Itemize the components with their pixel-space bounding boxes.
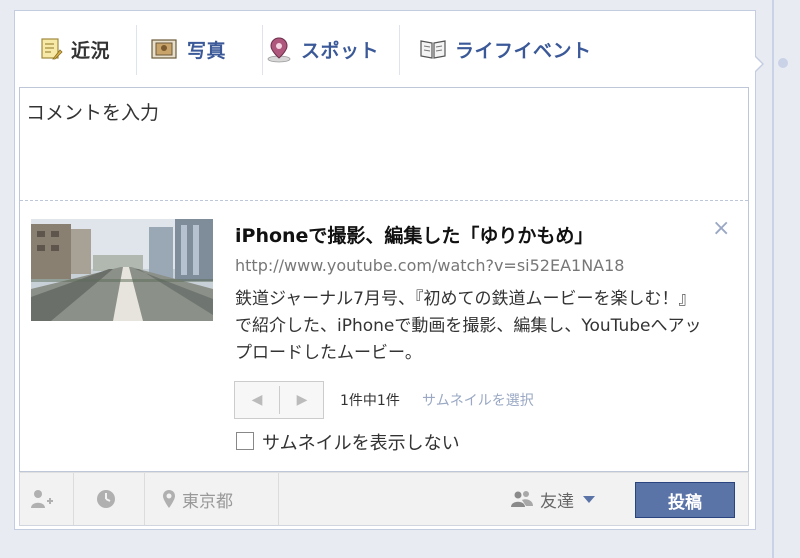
- chevron-down-icon: [583, 496, 595, 503]
- place-pin-icon: [267, 37, 291, 63]
- add-date-button[interactable]: [78, 473, 134, 525]
- next-thumbnail-button[interactable]: ▶: [280, 382, 324, 418]
- audience-selector[interactable]: 友達: [510, 473, 596, 525]
- composer-tabs: 近況 写真 スポット ライフイベント: [15, 11, 755, 87]
- post-button[interactable]: 投稿: [635, 482, 735, 518]
- link-thumbnail[interactable]: [31, 219, 213, 321]
- thumbnail-count: 1件中1件: [340, 393, 400, 409]
- prev-thumbnail-button[interactable]: ◀: [235, 382, 279, 418]
- tab-photo-label: 写真: [187, 39, 227, 62]
- arrow-right-icon: ▶: [296, 392, 308, 408]
- status-composer: 近況 写真 スポット ライフイベント コメントを入力 × iPhoneで撮影、編…: [14, 10, 756, 530]
- clock-icon: [97, 490, 115, 508]
- add-person-icon: [31, 490, 53, 508]
- footer-divider: [278, 473, 279, 525]
- link-description[interactable]: 鉄道ジャーナル7月号、『初めての鉄道ムービーを楽しむ！』で紹介した、iPhone…: [235, 286, 705, 367]
- tab-life-event-label: ライフイベント: [455, 39, 592, 62]
- footer-divider: [144, 473, 145, 525]
- arrow-left-icon: ◀: [251, 392, 263, 408]
- composer-pointer-inner: [754, 56, 762, 72]
- location-pin-icon: [163, 490, 175, 508]
- footer-divider: [73, 473, 74, 525]
- timeline-dot: [778, 58, 788, 68]
- link-title[interactable]: iPhoneで撮影、編集した「ゆりかもめ」: [235, 221, 593, 248]
- comment-input[interactable]: コメントを入力 × iPhoneで撮影、編集した「ゆりかもめ」 http://w…: [19, 87, 749, 472]
- tab-photo[interactable]: 写真: [151, 11, 226, 87]
- location-button[interactable]: 東京都: [154, 473, 272, 525]
- photo-icon: [151, 39, 177, 59]
- tab-place-label: スポット: [301, 39, 380, 62]
- tab-divider: [262, 25, 263, 75]
- location-text: 東京都: [182, 491, 233, 512]
- choose-thumbnail-label: サムネイルを選択: [422, 393, 534, 409]
- tab-place[interactable]: スポット: [265, 11, 379, 87]
- tab-divider: [136, 25, 137, 75]
- composer-footer: 東京都 友達 投稿: [19, 472, 749, 526]
- audience-label: 友達: [540, 491, 574, 512]
- tag-friends-button[interactable]: [20, 473, 64, 525]
- tab-life-event[interactable]: ライフイベント: [419, 11, 592, 87]
- thumbnail-pager: ◀ ▶: [234, 381, 324, 419]
- remove-preview-button[interactable]: ×: [712, 216, 730, 241]
- link-url: http://www.youtube.com/watch?v=si52EA1NA…: [235, 256, 625, 275]
- status-icon: [41, 38, 63, 60]
- tab-status[interactable]: 近況: [39, 11, 110, 87]
- no-thumbnail-label[interactable]: サムネイルを表示しない: [262, 429, 460, 455]
- life-event-book-icon: [420, 40, 446, 59]
- timeline-line: [772, 0, 774, 558]
- tab-divider: [399, 25, 400, 75]
- tab-status-label: 近況: [71, 39, 111, 62]
- no-thumbnail-checkbox[interactable]: [236, 432, 254, 450]
- comment-input-text[interactable]: コメントを入力: [26, 98, 159, 125]
- divider: [20, 200, 748, 201]
- friends-icon: [511, 491, 533, 507]
